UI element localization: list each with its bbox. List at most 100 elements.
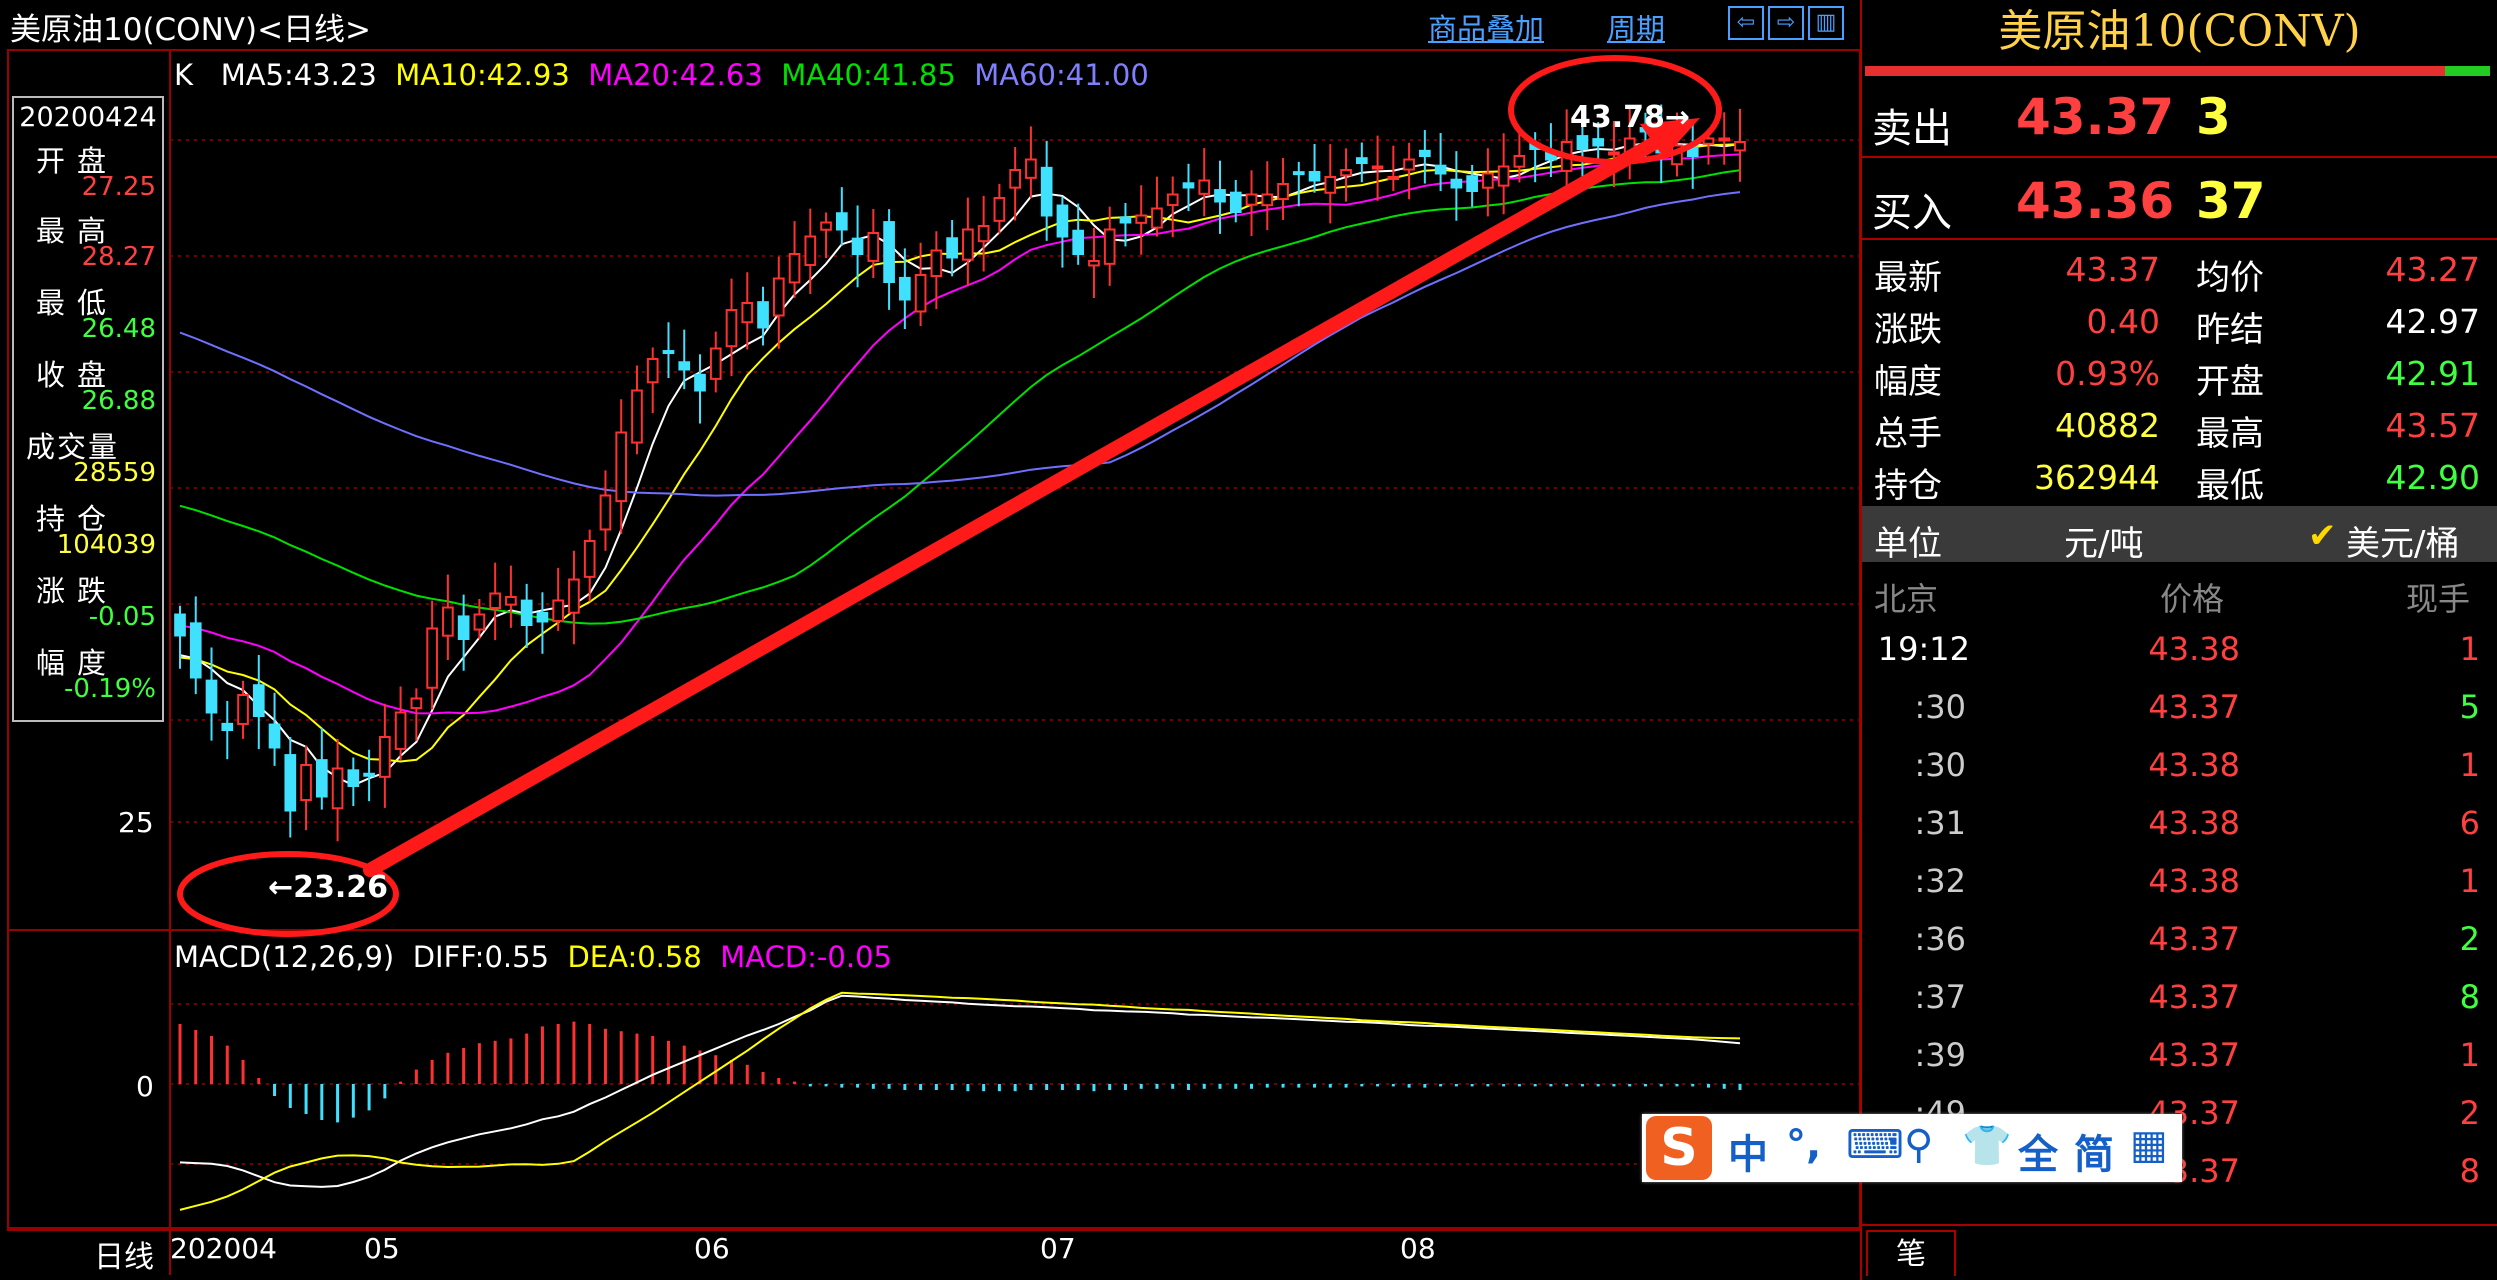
info-change-value: -0.05	[88, 602, 156, 632]
candle-body	[552, 599, 565, 623]
candle-body	[331, 767, 344, 810]
quote-symbol: 美原油10(CONV)	[1998, 6, 2361, 57]
ticks-header-time: 北京	[1874, 580, 1939, 618]
ma40-legend: MA40:41.85	[781, 58, 956, 92]
high-annotation: 43.78→	[1570, 100, 1691, 135]
ime-punct-icon[interactable]: °,	[1786, 1122, 1821, 1168]
macd-zero-label: 0	[136, 1070, 154, 1103]
candle-body	[662, 350, 675, 355]
tick-time: :36	[1914, 920, 1967, 958]
tick-qty: 6	[2459, 804, 2480, 842]
quote-label: 总手	[1874, 414, 1942, 454]
tick-time: 19:12	[1877, 630, 1970, 668]
ticks-header-qty: 现手	[2406, 580, 2471, 618]
candle-body	[520, 599, 533, 627]
candle-body	[1355, 157, 1368, 164]
ime-keyboard-icon[interactable]: ⌨	[1846, 1122, 1904, 1168]
candle-body	[583, 540, 596, 578]
dea-line	[179, 991, 1741, 1211]
info-oi-value: 104039	[56, 530, 156, 560]
candle-body	[1009, 169, 1021, 189]
quote-label: 均价	[2196, 258, 2264, 298]
candle-body	[993, 197, 1006, 222]
ime-simplified-button[interactable]: 简	[2074, 1122, 2114, 1180]
ime-user-icon[interactable]: ⚲	[1904, 1122, 1933, 1168]
bar-info-box: 20200424 开盘 27.25 最高 28.27 最低 26.48 收盘 2…	[12, 96, 164, 722]
candle-body	[174, 613, 186, 637]
unit-option-usd[interactable]: 美元/桶	[2346, 516, 2459, 565]
candle-body	[1403, 158, 1415, 171]
candle-body	[410, 697, 423, 710]
info-date: 20200424	[19, 102, 157, 133]
ime-fullwidth-button[interactable]: 全	[2018, 1122, 2058, 1180]
candle-body	[1277, 183, 1289, 201]
time-tick: 08	[1400, 1232, 1436, 1265]
tick-qty: 1	[2459, 630, 2480, 668]
k-label: K	[174, 58, 194, 92]
candle-body	[237, 694, 249, 725]
tick-price: 43.37	[2148, 1036, 2240, 1074]
candle-body	[646, 358, 659, 384]
tick-qty: 2	[2459, 1094, 2480, 1132]
tick-qty: 8	[2459, 1152, 2480, 1190]
tick-price: 43.38	[2148, 804, 2240, 842]
candle-body	[1292, 171, 1305, 176]
tick-time: :32	[1914, 862, 1967, 900]
quote-label: 开盘	[2196, 362, 2264, 402]
candle-body	[1340, 169, 1352, 177]
kline-chart[interactable]	[0, 0, 1862, 1280]
info-pct-value: -0.19%	[64, 674, 156, 704]
time-tick: 06	[694, 1232, 730, 1265]
quote-value: 43.57	[2385, 406, 2480, 445]
candle-body	[473, 613, 486, 631]
ma5-legend: MA5:43.23	[220, 58, 377, 92]
candle-body	[1497, 165, 1510, 187]
candle-body	[694, 373, 706, 392]
sogou-logo-icon[interactable]: S	[1646, 1116, 1712, 1180]
tick-price: 43.38	[2148, 746, 2240, 784]
quote-label: 涨跌	[1874, 310, 1942, 350]
low-annotation: ←23.26	[268, 870, 389, 905]
candle-body	[1324, 176, 1337, 194]
ime-skin-icon[interactable]: 👕	[1962, 1122, 2012, 1169]
sell-label: 卖出	[1872, 106, 1952, 152]
info-open-value: 27.25	[81, 172, 156, 202]
unit-option-yuan[interactable]: 元/吨	[2064, 516, 2143, 565]
candle-body	[1482, 172, 1494, 189]
candle-body	[1718, 137, 1731, 142]
candle-body	[1308, 171, 1321, 182]
candle-body	[962, 228, 974, 261]
ma20-legend: MA20:42.63	[588, 58, 763, 92]
buy-price: 43.36	[2016, 172, 2175, 230]
tick-price: 43.37	[2148, 920, 2240, 958]
candle-body	[1025, 158, 1037, 179]
moving-average-lines	[179, 142, 1741, 787]
candle-body	[820, 221, 832, 231]
candle-body	[1088, 260, 1100, 267]
tick-price: 43.38	[2148, 862, 2240, 900]
candle-body	[1261, 193, 1274, 207]
macd-legend: MACD(12,26,9) DIFF:0.55 DEA:0.58 MACD:-0…	[174, 940, 892, 974]
candle-body	[835, 212, 848, 231]
candle-body	[772, 277, 785, 317]
tick-qty: 1	[2459, 746, 2480, 784]
ma20-line	[179, 153, 1741, 715]
candle-body	[757, 301, 769, 329]
tab-ticks[interactable]: 笔	[1866, 1230, 1956, 1276]
candle-body	[1119, 216, 1132, 224]
tick-qty: 8	[2459, 978, 2480, 1016]
ime-mode-chinese[interactable]: 中	[1728, 1122, 1768, 1180]
tick-price: 43.37	[2148, 688, 2240, 726]
ime-menu-icon[interactable]: ▦	[2130, 1122, 2168, 1168]
divider	[1862, 238, 2497, 240]
macd-value: MACD:-0.05	[720, 940, 892, 974]
candle-body	[1608, 151, 1620, 156]
candle-body	[1182, 182, 1195, 189]
candle-body	[442, 606, 454, 637]
chart-grid	[7, 49, 1861, 1275]
tick-time: :30	[1914, 746, 1967, 784]
candle-body	[851, 237, 864, 255]
tick-qty: 2	[2459, 920, 2480, 958]
candle-body	[599, 494, 612, 531]
candle-body	[457, 615, 470, 641]
